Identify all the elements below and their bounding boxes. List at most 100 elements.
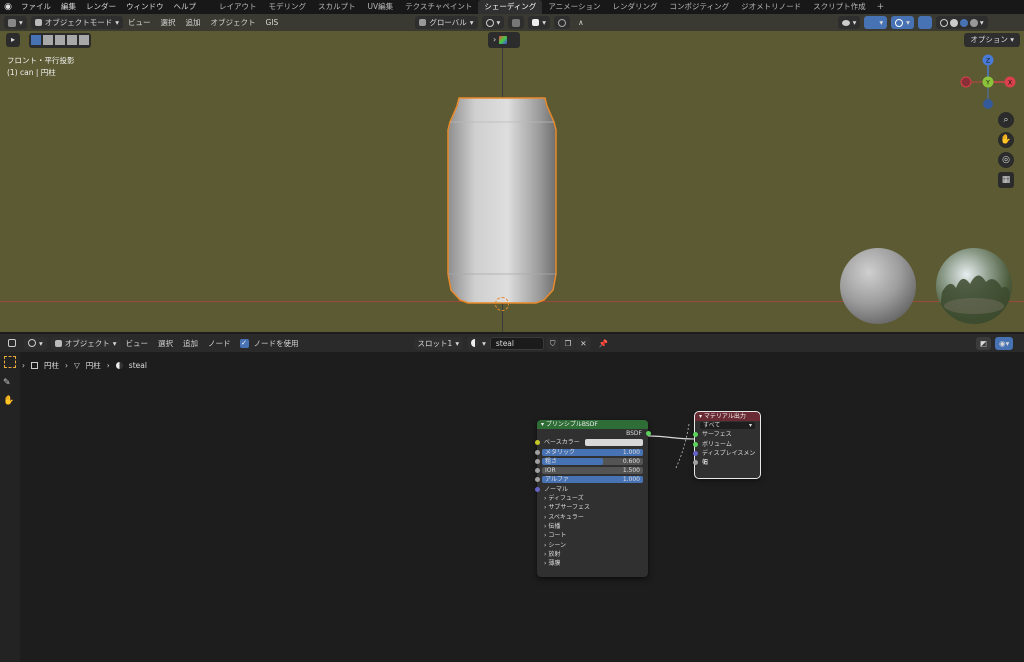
base-color-socket[interactable] — [534, 440, 540, 446]
surface-label: サーフェス — [702, 431, 732, 439]
principled-bsdf-node[interactable]: ▾ プリンシプルBSDF BSDF ベースカラー メタリック 1.000 粗さ 0.… — [534, 420, 651, 577]
menu-render[interactable]: レンダー — [81, 0, 121, 14]
pivot-icon — [485, 18, 494, 27]
alpha-slider[interactable]: アルファ 1.000 — [542, 476, 643, 484]
can-object[interactable] — [446, 96, 558, 306]
overlay-toggle-button[interactable]: ▾ — [891, 16, 914, 29]
camera-view-icon[interactable]: ◎ — [998, 152, 1014, 168]
rendered-shading-icon[interactable] — [969, 18, 978, 27]
tab-compositing[interactable]: コンポジティング — [664, 0, 736, 14]
viewport-menu-gis[interactable]: GIS — [261, 14, 284, 31]
roughness-socket[interactable] — [534, 458, 540, 464]
output-target-select[interactable]: すべて ▾ — [700, 422, 755, 429]
bsdf-node-header[interactable]: ▾ プリンシプルBSDF — [537, 420, 648, 429]
add-workspace-button[interactable]: + — [872, 0, 890, 14]
tab-geometry-nodes[interactable]: ジオメトリノード — [735, 0, 807, 14]
thickness-label: 幅 — [702, 459, 709, 467]
thickness-socket[interactable] — [692, 460, 698, 466]
mode-select[interactable]: オブジェクトモード ▾ — [30, 16, 124, 29]
snap-button[interactable] — [508, 16, 525, 29]
selection-mode-group[interactable] — [29, 33, 91, 48]
falloff-button[interactable]: ∧ — [574, 16, 588, 29]
panel-specular[interactable]: › スペキュラー — [537, 513, 648, 522]
panel-subsurface[interactable]: › サブサーフェス — [537, 503, 648, 512]
normal-socket[interactable] — [534, 486, 540, 492]
sidebar-toggle-tab[interactable]: › — [488, 32, 520, 48]
tab-layout[interactable]: レイアウト — [213, 0, 263, 14]
ior-socket[interactable] — [534, 468, 540, 474]
menu-edit[interactable]: 編集 — [56, 0, 81, 14]
tab-rendering[interactable]: レンダリング — [607, 0, 664, 14]
select-invert-icon[interactable] — [67, 35, 77, 45]
panel-sheen-label: シーン — [548, 541, 567, 549]
xray-toggle-button[interactable] — [917, 16, 932, 29]
navigation-gizmo[interactable]: Z Y X — [960, 54, 1016, 110]
pivot-button[interactable]: ▾ — [481, 16, 505, 29]
snap-target-button[interactable]: ▾ — [528, 16, 551, 29]
visibility-button[interactable]: ▾ — [837, 16, 861, 29]
displacement-socket[interactable] — [692, 450, 698, 456]
tab-modeling[interactable]: モデリング — [263, 0, 313, 14]
blender-logo-icon[interactable]: ◉ — [0, 2, 16, 12]
tab-uv-edit[interactable]: UV編集 — [362, 0, 400, 14]
panel-sheen[interactable]: › シーン — [537, 541, 648, 550]
bsdf-output-socket[interactable] — [645, 431, 651, 436]
viewport-menu-select[interactable]: 選択 — [156, 14, 181, 31]
tab-scripting[interactable]: スクリプト作成 — [807, 0, 872, 14]
transform-orientation-select[interactable]: グローバル ▾ — [415, 16, 478, 29]
gizmo-z-label: Z — [986, 58, 990, 65]
menu-help[interactable]: ヘルプ — [169, 0, 202, 14]
options-button[interactable]: オプション ▾ — [964, 33, 1020, 47]
zoom-icon[interactable]: ⌕ — [998, 112, 1014, 128]
shading-mode-group[interactable]: ▾ — [935, 16, 988, 29]
tab-animation[interactable]: アニメーション — [542, 0, 606, 14]
grid-view-icon[interactable]: ▦ — [998, 172, 1014, 188]
panel-coat[interactable]: › コート — [537, 531, 648, 540]
wireframe-shading-icon[interactable] — [939, 18, 948, 27]
menu-window[interactable]: ウィンドウ — [121, 0, 169, 14]
metallic-socket[interactable] — [534, 449, 540, 455]
gizmo-toggle-button[interactable]: ▾ — [864, 16, 888, 29]
base-color-swatch[interactable] — [585, 439, 643, 447]
hdri-trees — [938, 275, 1010, 324]
surface-socket[interactable] — [692, 432, 698, 438]
select-extend-icon[interactable] — [43, 35, 53, 45]
3d-viewport[interactable]: ▾ オブジェクトモード ▾ ビュー 選択 追加 オブジェクト GIS グローバル… — [0, 14, 1024, 332]
pan-hand-icon[interactable]: ✋ — [998, 132, 1014, 148]
roughness-slider[interactable]: 粗さ 0.600 — [542, 457, 643, 465]
volume-label: ボリューム — [702, 440, 732, 448]
metallic-slider[interactable]: メタリック 1.000 — [542, 448, 643, 456]
panel-transmission-label: 伝播 — [548, 522, 561, 530]
ior-slider[interactable]: IOR 1.500 — [542, 467, 643, 475]
select-tool-button[interactable]: ▸ — [6, 33, 20, 47]
tool-settings-row: ▸ — [6, 33, 91, 48]
viewport-menu-add[interactable]: 追加 — [181, 14, 206, 31]
viewport-menu-object[interactable]: オブジェクト — [206, 14, 261, 31]
tab-sculpt[interactable]: スカルプト — [312, 0, 362, 14]
editor-type-button[interactable]: ▾ — [4, 16, 27, 29]
output-node-header[interactable]: ▾ マテリアル出力 — [695, 412, 760, 421]
panel-emission[interactable]: › 放射 — [537, 550, 648, 559]
select-intersect-icon[interactable] — [79, 35, 89, 45]
transform-orientation-label: グローバル — [429, 18, 467, 27]
panel-diffuse[interactable]: › ディフューズ — [537, 494, 648, 503]
proportional-edit-button[interactable] — [554, 16, 571, 29]
material-output-node[interactable]: ▾ マテリアル出力 すべて ▾ サーフェス ボリューム ディスプレイスメント 幅 — [692, 411, 761, 479]
shader-node-editor[interactable]: ▾ オブジェクト ▾ ビュー 選択 追加 ノード ✓ ノードを使用 スロット1 … — [0, 334, 1024, 662]
volume-socket[interactable] — [692, 441, 698, 447]
tab-shading[interactable]: シェーディング — [478, 0, 543, 14]
material-preview-icon[interactable] — [959, 18, 968, 27]
metallic-label: メタリック — [545, 448, 576, 456]
select-new-icon[interactable] — [31, 35, 41, 45]
solid-shading-icon[interactable] — [949, 18, 958, 27]
gizmo-neg-z-axis[interactable] — [983, 99, 993, 109]
panel-thin-film[interactable]: › 薄膜 — [537, 559, 648, 568]
ior-label: IOR — [545, 467, 556, 475]
panel-emission-label: 放射 — [548, 550, 561, 558]
viewport-menu-view[interactable]: ビュー — [123, 14, 156, 31]
tab-texture-paint[interactable]: テクスチャペイント — [399, 0, 478, 14]
menu-file[interactable]: ファイル — [16, 0, 56, 14]
select-subtract-icon[interactable] — [55, 35, 65, 45]
gizmo-neg-x-axis[interactable] — [960, 76, 972, 88]
panel-transmission[interactable]: › 伝播 — [537, 522, 648, 531]
